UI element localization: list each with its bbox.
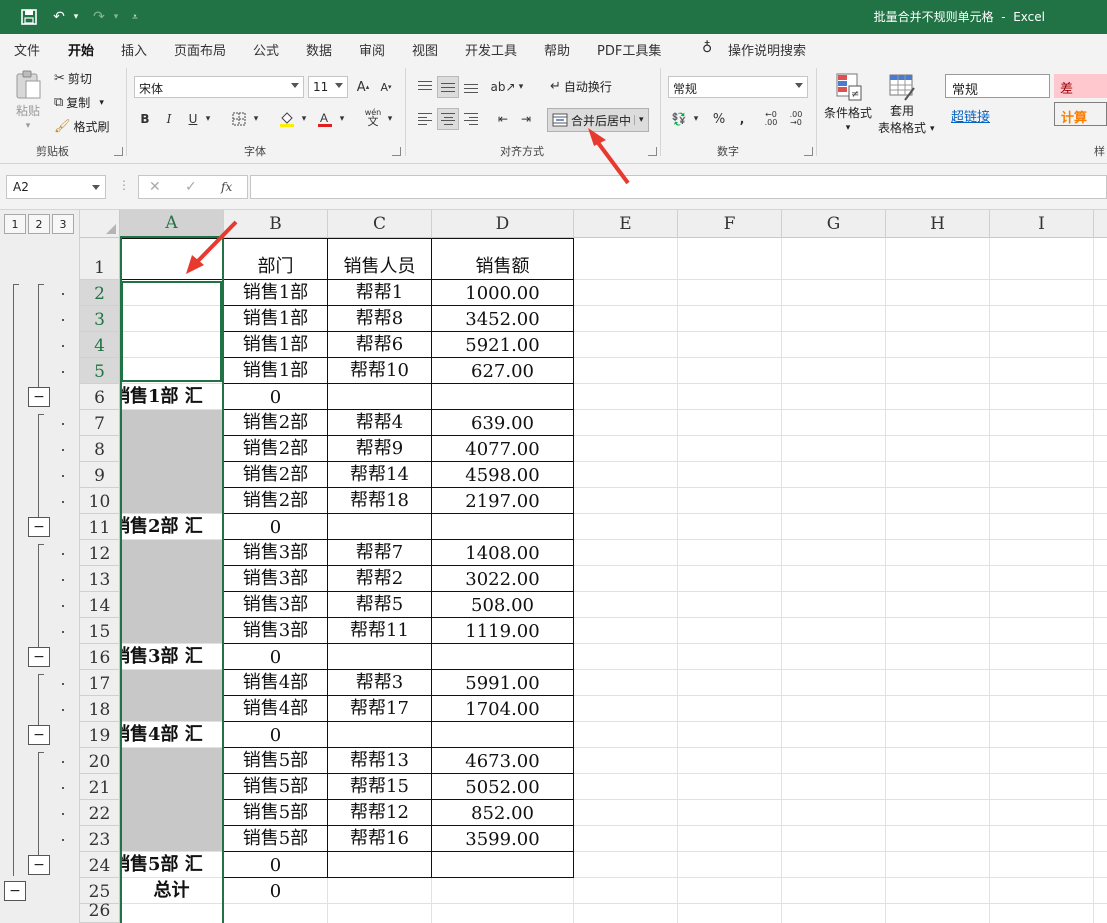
excel-window: ↶ ▾ ↷ ▾ ⩡ 批量合并不规则单元格 - Excel 文件 开始 插入 页面…	[0, 0, 1107, 923]
arrow-to-cell-a2	[186, 220, 238, 274]
arrow-to-merge-button	[588, 128, 630, 185]
annotation-layer	[186, 128, 630, 274]
